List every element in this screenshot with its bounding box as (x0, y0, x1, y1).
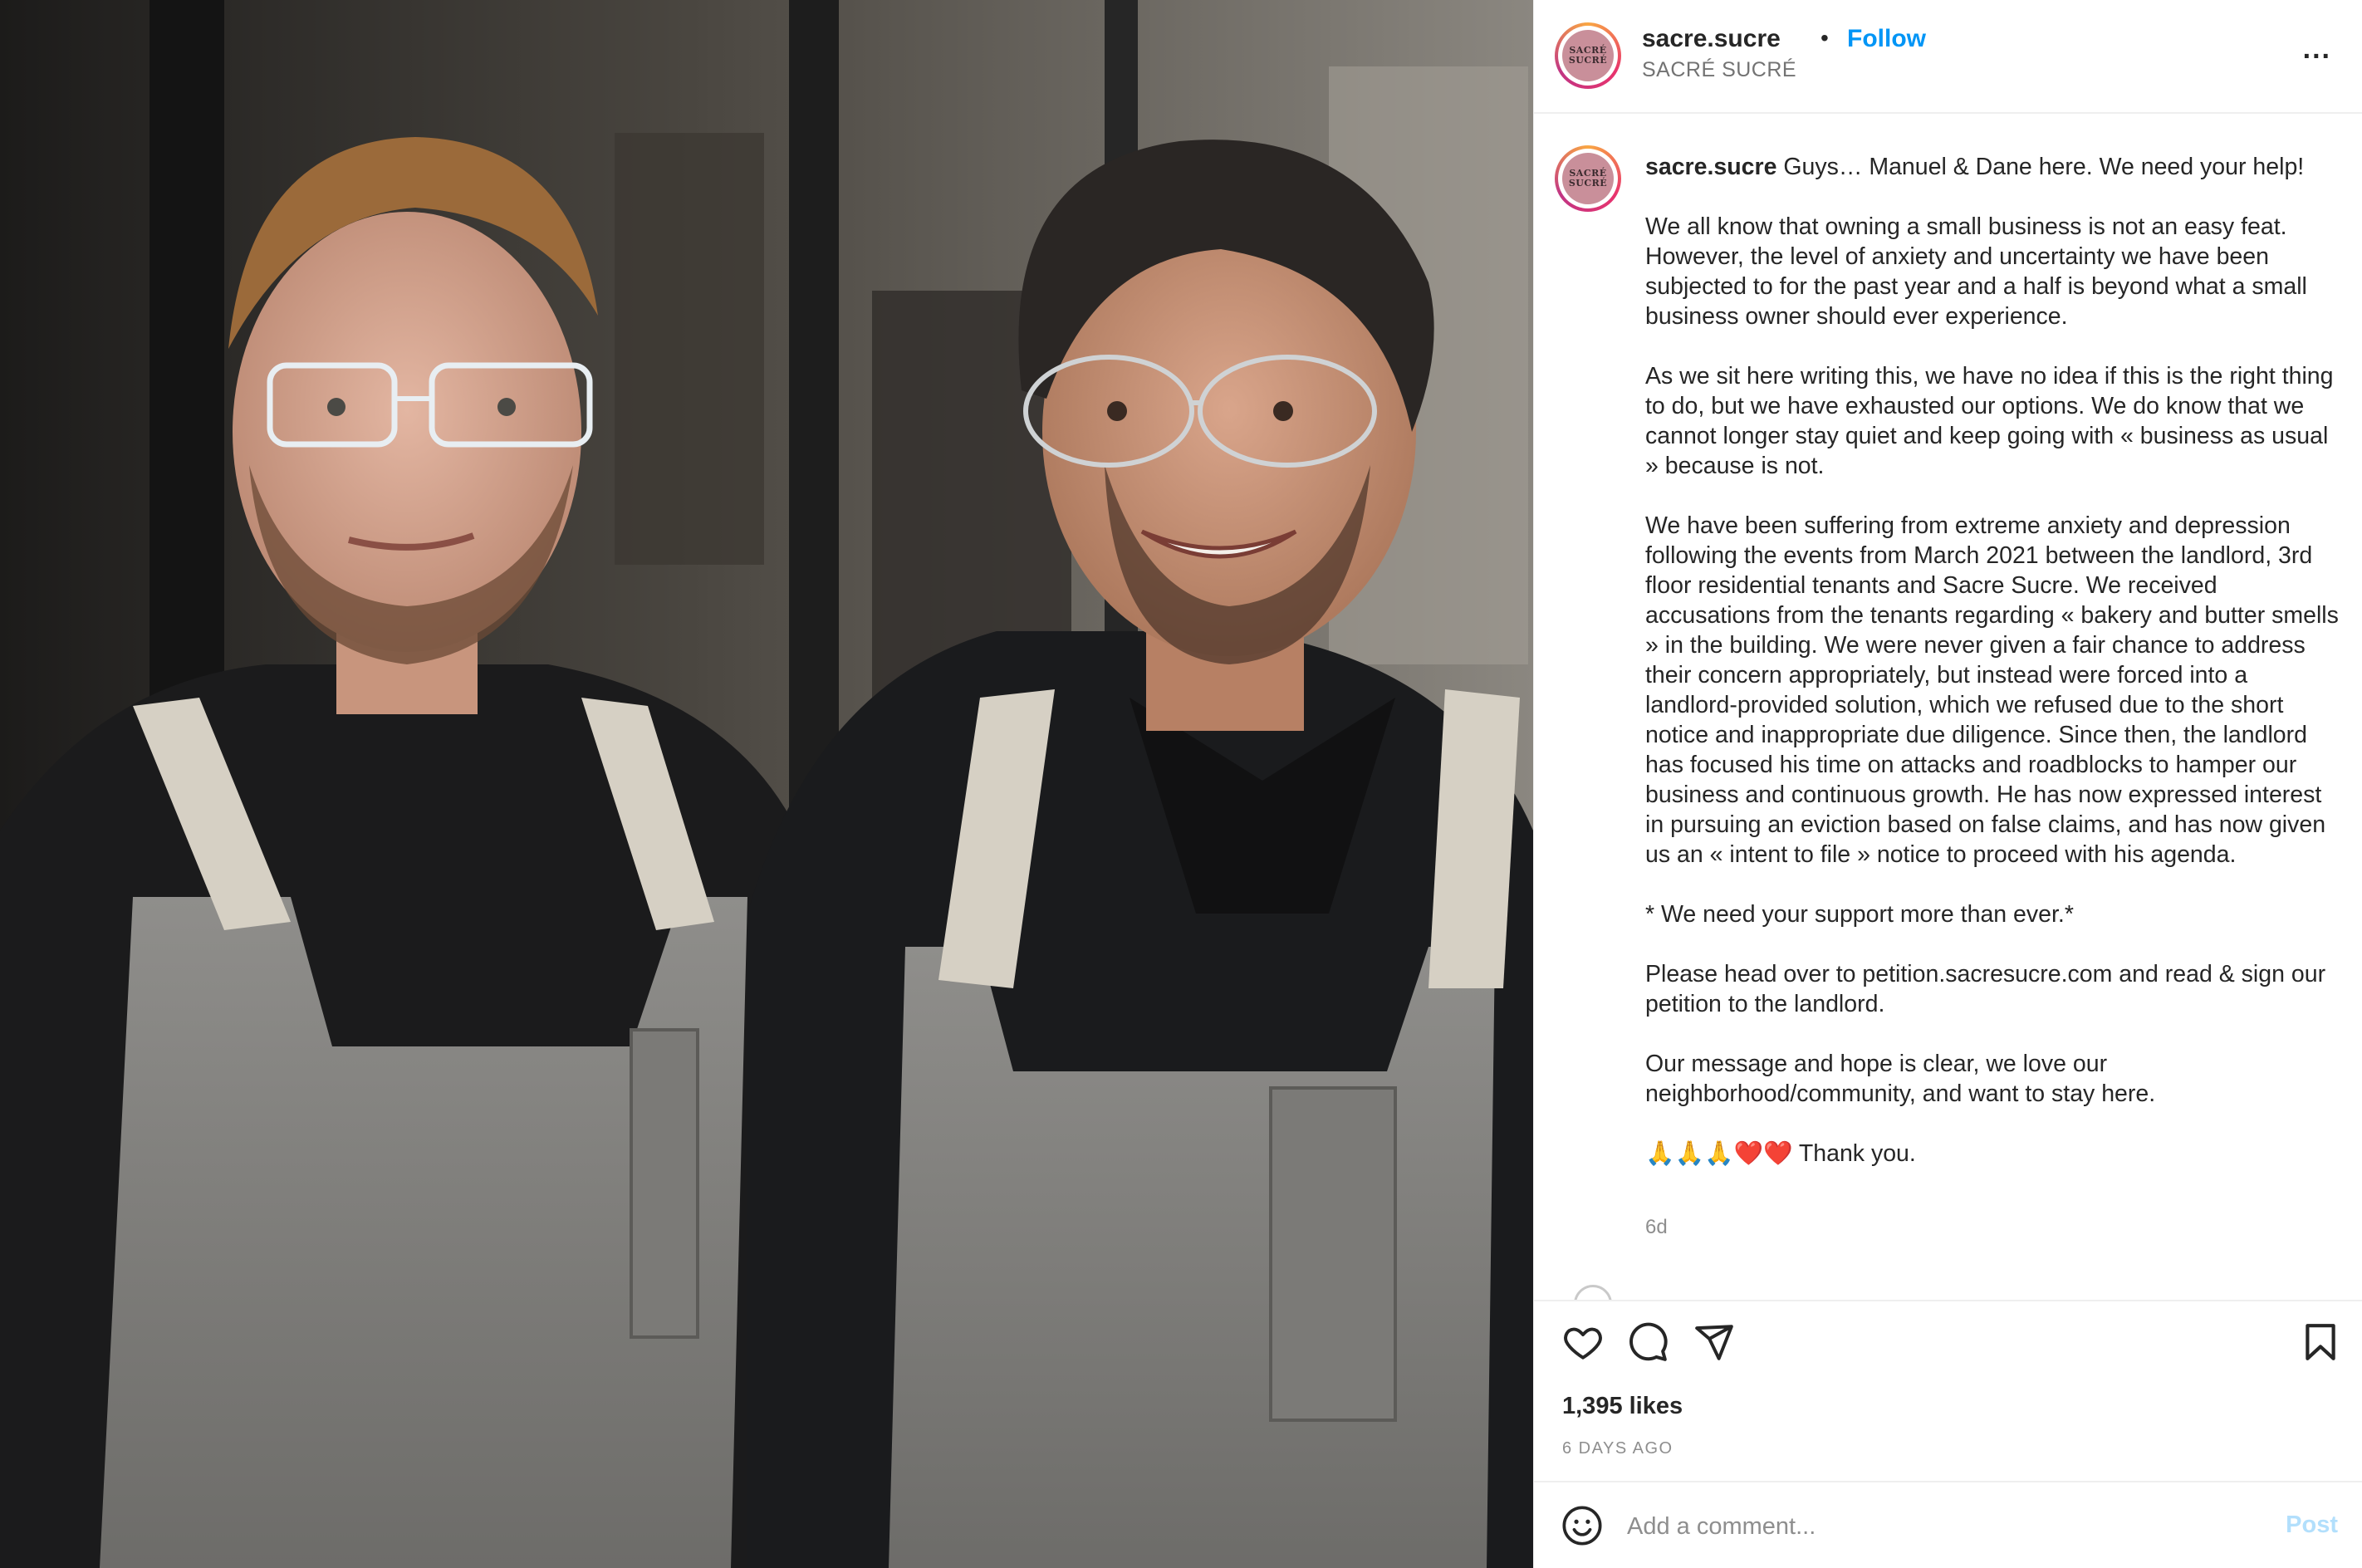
comment-input[interactable] (1625, 1502, 2260, 1551)
separator-dot: • (1821, 25, 1829, 51)
comment-form: Post (1534, 1481, 2362, 1568)
share-icon[interactable] (1693, 1321, 1735, 1367)
more-options-icon[interactable]: ... (2303, 33, 2331, 66)
smiley-icon[interactable] (1561, 1504, 1604, 1551)
post-photo[interactable] (0, 0, 1533, 1568)
username-link[interactable]: sacre.sucre (1642, 25, 1781, 53)
account-subtitle: SACRÉ SUCRÉ (1642, 58, 1797, 81)
post-caption: sacre.sucre Guys… Manuel & Dane here. We… (1645, 152, 2343, 1169)
post-header: SACRÉ SUCRÉ sacre.sucre • Follow SACRÉ S… (1534, 0, 2362, 114)
instagram-post-window: SACRÉ SUCRÉ sacre.sucre • Follow SACRÉ S… (0, 0, 2362, 1568)
bookmark-icon[interactable] (2300, 1321, 2341, 1367)
comment-icon[interactable] (1627, 1321, 1669, 1367)
follow-button[interactable]: Follow (1847, 25, 1926, 53)
caption-avatar[interactable]: SACRÉ SUCRÉ (1555, 145, 1621, 212)
caption-username-link[interactable]: sacre.sucre (1645, 154, 1776, 180)
post-actions: 1,395 likes 6 DAYS AGO (1534, 1300, 2362, 1481)
photo-illustration (0, 0, 1533, 1568)
post-date: 6 DAYS AGO (1562, 1439, 1673, 1458)
avatar[interactable]: SACRÉ SUCRÉ (1555, 22, 1621, 89)
post-details-panel: SACRÉ SUCRÉ sacre.sucre • Follow SACRÉ S… (1533, 0, 2362, 1568)
avatar-logo: SACRÉ SUCRÉ (1562, 30, 1614, 81)
caption-timestamp[interactable]: 6d (1645, 1216, 1668, 1239)
likes-count[interactable]: 1,395 likes (1562, 1393, 1683, 1420)
comment-avatar-peek (1574, 1285, 1612, 1300)
heart-icon[interactable] (1562, 1321, 1604, 1367)
caption-text: Guys… Manuel & Dane here. We need your h… (1645, 154, 2339, 1167)
caption-scroll-area[interactable]: SACRÉ SUCRÉ sacre.sucre Guys… Manuel & D… (1534, 114, 2362, 1300)
avatar-logo: SACRÉ SUCRÉ (1562, 153, 1614, 204)
post-comment-button[interactable]: Post (2286, 1512, 2338, 1539)
